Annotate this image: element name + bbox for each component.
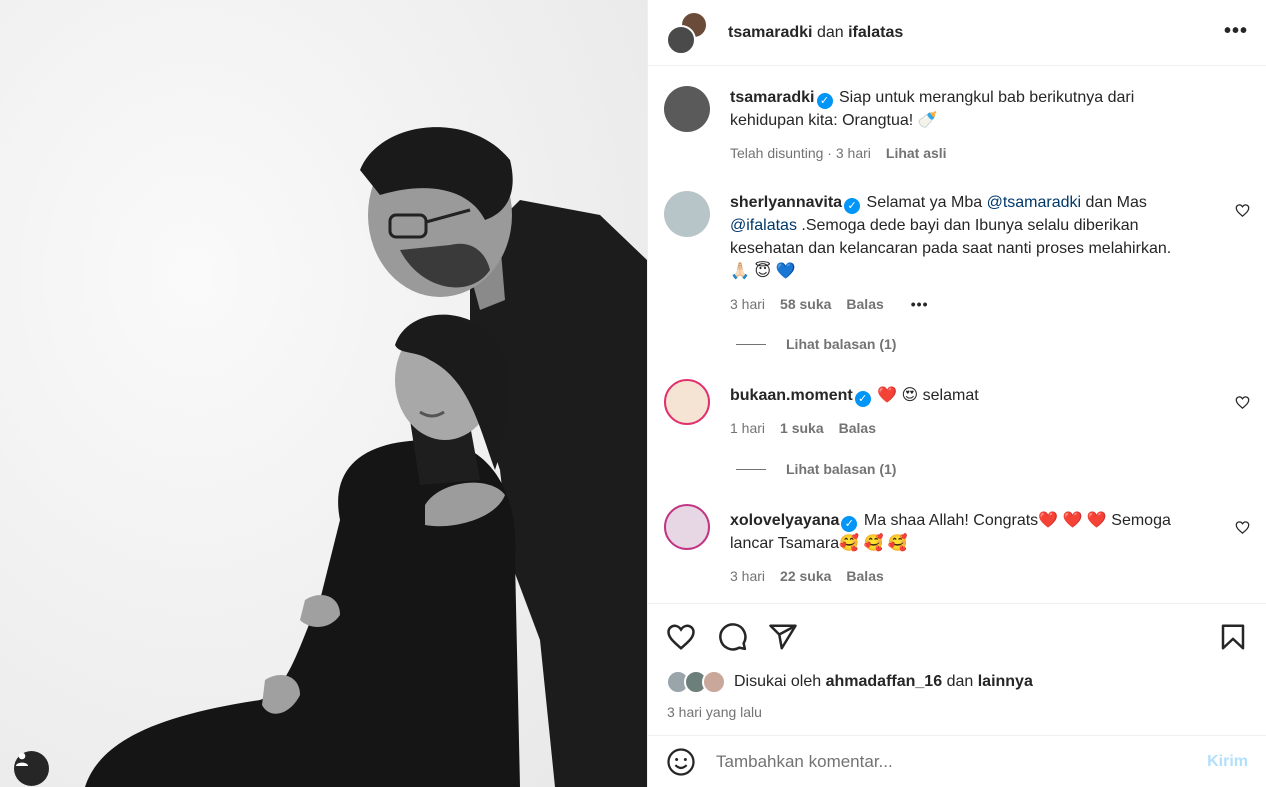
post-authors: tsamaradki dan ifalatas — [728, 23, 904, 41]
verified-icon: ✓ — [816, 93, 833, 109]
see-original-link[interactable]: Lihat asli — [886, 142, 947, 165]
more-options-icon[interactable]: ••• — [1224, 20, 1248, 43]
post-time[interactable]: 3 hari yang lalu — [667, 704, 762, 720]
post-details-panel: tsamaradki dan ifalatas ••• tsamaradki ✓ … — [647, 0, 1266, 787]
author-link-1[interactable]: tsamaradki — [728, 24, 813, 41]
comment-text: ❤️ 😍 selamat — [877, 387, 979, 404]
likes-summary: Disukai oleh ahmadaffan_16 dan lainnya — [666, 670, 1033, 694]
avatar[interactable] — [664, 86, 710, 132]
comment-likes[interactable]: 58 suka — [780, 293, 831, 316]
add-comment-bar: Kirim — [648, 735, 1266, 787]
emoji-icon[interactable] — [666, 747, 696, 777]
mention-link[interactable]: @tsamaradki — [987, 194, 1082, 211]
comment-time[interactable]: 1 hari — [730, 417, 765, 440]
comment-likes[interactable]: 1 suka — [780, 417, 824, 440]
like-comment-icon[interactable] — [1235, 395, 1250, 410]
reply-button[interactable]: Balas — [846, 565, 883, 588]
collab-avatars[interactable] — [666, 10, 710, 55]
liked-by-label: Disukai oleh — [734, 673, 822, 690]
photo-illustration — [0, 0, 647, 787]
post-header: tsamaradki dan ifalatas ••• — [648, 0, 1266, 66]
avatar[interactable] — [664, 191, 710, 237]
comment-username[interactable]: sherlyannavita — [730, 194, 842, 211]
bookmark-icon[interactable] — [1218, 622, 1248, 652]
comment-item: bukaan.moment ✓ ❤️ 😍 selamat 1 hari 1 suk… — [664, 379, 1250, 439]
caption: tsamaradki ✓ Siap untuk merangkul bab ber… — [664, 86, 1250, 176]
post-photo[interactable] — [0, 0, 647, 787]
like-comment-icon[interactable] — [1235, 203, 1250, 218]
comment-username[interactable]: bukaan.moment — [730, 387, 853, 404]
view-replies-button[interactable]: Lihat balasan (1) — [736, 461, 896, 477]
edited-label: Telah disunting · 3 hari — [730, 145, 871, 161]
liker-username[interactable]: ahmadaffan_16 — [826, 673, 943, 691]
reply-button[interactable]: Balas — [846, 293, 883, 316]
comment-input[interactable] — [716, 751, 1208, 772]
likers-avatars[interactable] — [666, 670, 730, 694]
comment-more-icon[interactable]: ••• — [911, 293, 929, 316]
divider — [736, 468, 766, 470]
comment-item: sherlyannavita ✓ Selamat ya Mba @tsamarad… — [664, 191, 1250, 321]
comment-time[interactable]: 3 hari — [730, 565, 765, 588]
verified-icon: ✓ — [841, 516, 858, 532]
likes-others-link[interactable]: lainnya — [978, 673, 1033, 691]
avatar[interactable] — [664, 504, 710, 550]
verified-icon: ✓ — [854, 391, 871, 407]
reply-button[interactable]: Balas — [839, 417, 876, 440]
view-replies-button[interactable]: Lihat balasan (1) — [736, 336, 896, 352]
comment-item: xolovelyayana ✓ Ma shaa Allah! Congrats❤️… — [664, 504, 1250, 594]
comment-time[interactable]: 3 hari — [730, 293, 765, 316]
comments-list: tsamaradki ✓ Siap untuk merangkul bab ber… — [648, 66, 1266, 603]
author-link-2[interactable]: ifalatas — [848, 24, 903, 41]
tagged-users-button[interactable] — [14, 751, 49, 786]
avatar — [702, 670, 726, 694]
divider — [736, 343, 766, 345]
comment-likes[interactable]: 22 suka — [780, 565, 831, 588]
like-comment-icon[interactable] — [1235, 520, 1250, 535]
caption-username[interactable]: tsamaradki — [730, 89, 815, 106]
share-icon[interactable] — [768, 622, 798, 652]
comment-icon[interactable] — [718, 622, 748, 652]
person-icon — [16, 752, 28, 766]
avatar[interactable] — [664, 379, 710, 425]
like-icon[interactable] — [666, 622, 696, 652]
comment-username[interactable]: xolovelyayana — [730, 512, 839, 529]
avatar — [666, 24, 696, 55]
mention-link[interactable]: @ifalatas — [730, 217, 797, 234]
send-button[interactable]: Kirim — [1207, 753, 1248, 771]
comment-emoji: 🙏🏻 😇 💙 — [730, 263, 796, 280]
verified-icon: ✓ — [844, 198, 861, 214]
post-actions: Disukai oleh ahmadaffan_16 dan lainnya 3… — [648, 603, 1266, 735]
